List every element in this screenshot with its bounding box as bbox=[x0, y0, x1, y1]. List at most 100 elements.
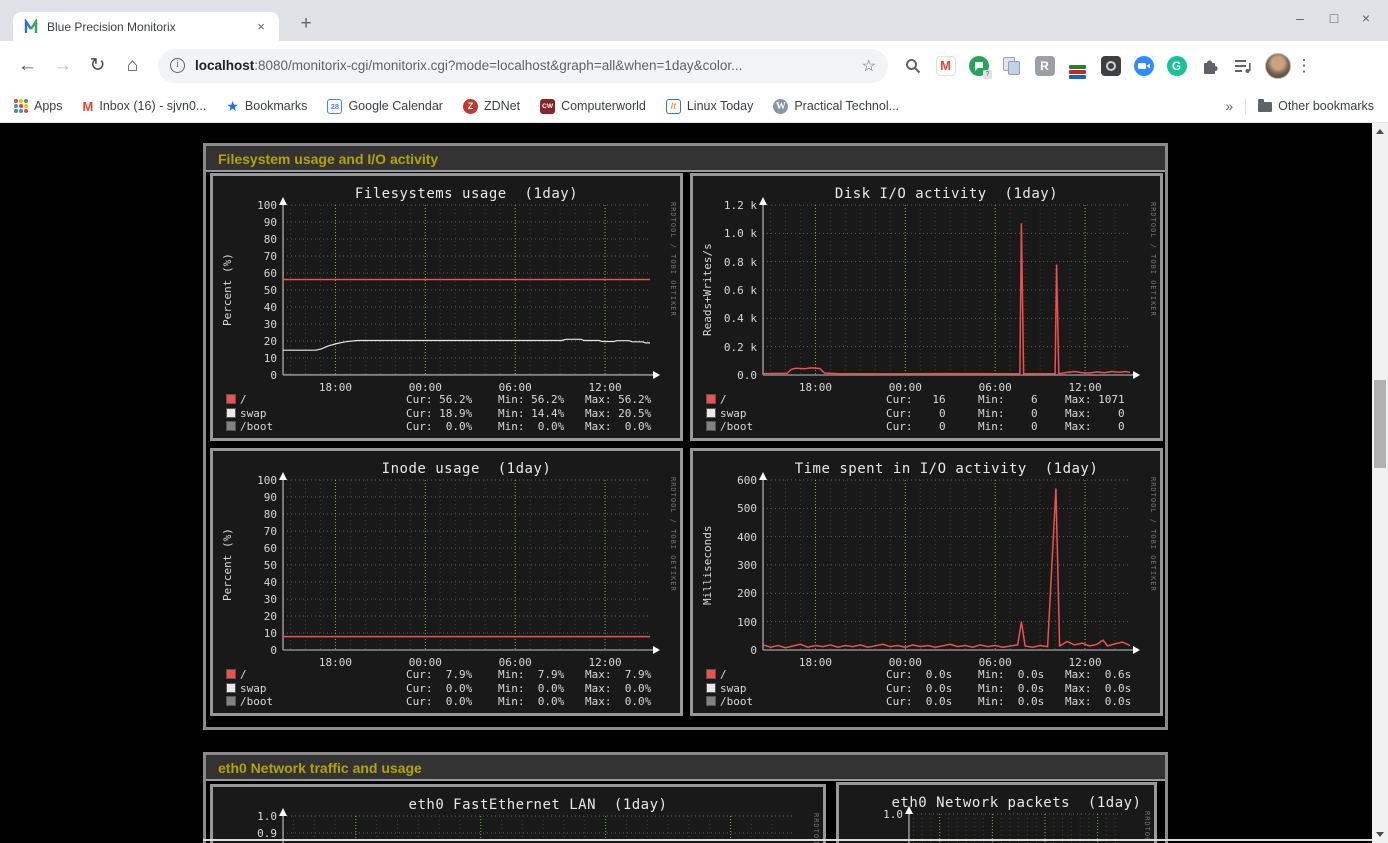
window-minimize-button[interactable]: – bbox=[1290, 10, 1310, 26]
legend-min: Min: 7.9% bbox=[498, 668, 564, 681]
chart-inode-usage[interactable]: Inode usage (1day)Percent (%)10090807060… bbox=[210, 448, 683, 716]
reload-button[interactable]: ↻ bbox=[80, 54, 115, 77]
zoom-camera-extension-icon[interactable] bbox=[1127, 52, 1160, 80]
legend-max: Max: 0 bbox=[1065, 420, 1125, 433]
chart-ylabel: Percent (%) bbox=[221, 480, 235, 650]
y-tick-label: 300 bbox=[715, 559, 757, 572]
y-tick-label: 0 bbox=[715, 644, 757, 657]
legend-name: swap bbox=[720, 682, 747, 695]
vertical-scrollbar[interactable] bbox=[1372, 123, 1388, 843]
section-header: Filesystem usage and I/O activity bbox=[206, 146, 1165, 172]
legend-swatch bbox=[707, 422, 715, 430]
new-tab-button[interactable]: + bbox=[294, 13, 318, 35]
legend-min: Min: 0.0s bbox=[978, 682, 1044, 695]
y-tick-label: 90 bbox=[235, 216, 277, 229]
r-extension-icon[interactable]: R bbox=[1028, 52, 1061, 80]
copy-pages-extension-icon[interactable] bbox=[995, 52, 1028, 80]
browser-tab[interactable]: Blue Precision Monitorix × bbox=[13, 12, 279, 41]
extension-badge: ? bbox=[983, 70, 992, 79]
address-bar[interactable]: i localhost:8080/monitorix-cgi/monitorix… bbox=[158, 49, 888, 83]
other-bookmarks[interactable]: Other bookmarks bbox=[1258, 99, 1374, 113]
y-tick-label: 10 bbox=[235, 627, 277, 640]
bookmark-bookmarks[interactable]: ★ Bookmarks bbox=[226, 98, 307, 115]
chart-eth0-fastethernet-lan[interactable]: eth0 FastEthernet LAN (1day)1.00.9RRDTOO… bbox=[210, 784, 826, 843]
y-tick-label: 10 bbox=[235, 352, 277, 365]
legend-min: Min: 0.0s bbox=[978, 668, 1044, 681]
y-tick-label: 0 bbox=[235, 644, 277, 657]
y-tick-label: 400 bbox=[715, 531, 757, 544]
y-tick-label: 80 bbox=[235, 233, 277, 246]
legend-min: Min: 0.0% bbox=[498, 420, 564, 433]
y-tick-label: 500 bbox=[715, 502, 757, 515]
chart-eth0-network-packets[interactable]: eth0 Network packets (1day)Packets/s1.0R… bbox=[836, 782, 1157, 843]
bookmark-linux-today[interactable]: lt Linux Today bbox=[666, 99, 754, 114]
bookmark-zdnet[interactable]: Z ZDNet bbox=[463, 99, 520, 114]
x-tick-label: 18:00 bbox=[310, 381, 360, 394]
scrollbar-thumb[interactable] bbox=[1374, 380, 1386, 468]
y-tick-label: 0.4 k bbox=[715, 312, 757, 325]
legend-max: Max: 7.9% bbox=[585, 668, 651, 681]
bookmark-apps[interactable]: Apps bbox=[14, 99, 63, 113]
y-tick-label: 60 bbox=[235, 542, 277, 555]
legend-name: / bbox=[240, 393, 247, 406]
dark-app-extension-icon[interactable] bbox=[1094, 52, 1127, 80]
legend-min: Min: 6 bbox=[978, 393, 1038, 406]
y-tick-label: 60 bbox=[235, 267, 277, 280]
queue-list-extension-icon[interactable] bbox=[1226, 52, 1259, 80]
legend-cur: Cur: 0 bbox=[886, 407, 946, 420]
x-tick-label: 18:00 bbox=[790, 656, 840, 669]
window-maximize-button[interactable]: □ bbox=[1324, 10, 1344, 26]
chart-ylabel: Reads+Writes/s bbox=[701, 205, 715, 375]
extensions-puzzle-icon[interactable] bbox=[1193, 52, 1226, 80]
bookmark-computerworld[interactable]: CW Computerworld bbox=[540, 99, 646, 114]
legend-swatch bbox=[707, 670, 715, 678]
charts-grid-network: eth0 FastEthernet LAN (1day)1.00.9RRDTOO… bbox=[206, 781, 1165, 843]
linux-today-icon: lt bbox=[666, 99, 681, 114]
search-extension-icon[interactable] bbox=[896, 52, 929, 80]
legend-min: Min: 0 bbox=[978, 420, 1038, 433]
voice-extension-icon[interactable]: ? bbox=[962, 52, 995, 80]
books-extension-icon[interactable] bbox=[1061, 52, 1094, 80]
chart-disk-io-activity[interactable]: Disk I/O activity (1day)Reads+Writes/s1.… bbox=[690, 173, 1163, 441]
page-content: Filesystem usage and I/O activity Filesy… bbox=[0, 123, 1372, 843]
rrdtool-watermark: RRDTOOL / TOBI OETIKER bbox=[669, 202, 677, 414]
back-button[interactable]: ← bbox=[10, 55, 45, 77]
legend-min: Min: 0.0% bbox=[498, 682, 564, 695]
legend-cur: Cur: 0.0s bbox=[886, 695, 952, 708]
bookmark-practical-technology[interactable]: W Practical Technol... bbox=[773, 99, 899, 114]
browser-menu-icon[interactable]: ⋮ bbox=[1291, 56, 1317, 76]
section-filesystem-io: Filesystem usage and I/O activity Filesy… bbox=[203, 143, 1168, 730]
scrollbar-down-arrow[interactable] bbox=[1376, 832, 1384, 837]
scrollbar-up-arrow[interactable] bbox=[1376, 129, 1384, 134]
tab-close-button[interactable]: × bbox=[253, 19, 269, 34]
bookmark-inbox[interactable]: M Inbox (16) - sjvn0... bbox=[83, 99, 207, 114]
legend-min: Min: 0.0% bbox=[498, 695, 564, 708]
y-tick-label: 30 bbox=[235, 593, 277, 606]
y-tick-label: 1.0 bbox=[235, 810, 277, 823]
legend-max: Max: 0.0% bbox=[585, 695, 651, 708]
url-text[interactable]: localhost:8080/monitorix-cgi/monitorix.c… bbox=[195, 58, 852, 73]
legend-name: /boot bbox=[240, 420, 273, 433]
window-close-button[interactable]: × bbox=[1356, 10, 1376, 26]
gmail-extension-icon[interactable]: M bbox=[929, 52, 962, 80]
calendar-icon: 28 bbox=[327, 99, 342, 114]
legend-min: Min: 56.2% bbox=[498, 393, 564, 406]
profile-avatar[interactable] bbox=[1265, 53, 1291, 79]
y-tick-label: 40 bbox=[235, 576, 277, 589]
y-tick-label: 1.0 bbox=[861, 808, 903, 821]
legend-cur: Cur: 0.0s bbox=[886, 668, 952, 681]
x-tick-label: 18:00 bbox=[310, 656, 360, 669]
bookmark-star-icon[interactable]: ☆ bbox=[862, 56, 876, 76]
bookmarks-overflow-chevron[interactable]: » bbox=[1225, 98, 1233, 114]
tab-title: Blue Precision Monitorix bbox=[47, 20, 253, 34]
site-info-icon[interactable]: i bbox=[170, 58, 185, 73]
home-button[interactable]: ⌂ bbox=[115, 55, 150, 77]
bookmark-google-calendar[interactable]: 28 Google Calendar bbox=[327, 99, 443, 114]
url-host: localhost bbox=[195, 58, 254, 73]
forward-button[interactable]: → bbox=[45, 55, 80, 77]
divider bbox=[1245, 98, 1246, 114]
chart-time-in-io-activity[interactable]: Time spent in I/O activity (1day)Millise… bbox=[690, 448, 1163, 716]
chart-filesystems-usage[interactable]: Filesystems usage (1day)Percent (%)10090… bbox=[210, 173, 683, 441]
legend-swatch bbox=[227, 409, 235, 417]
grammarly-extension-icon[interactable]: G bbox=[1160, 52, 1193, 80]
